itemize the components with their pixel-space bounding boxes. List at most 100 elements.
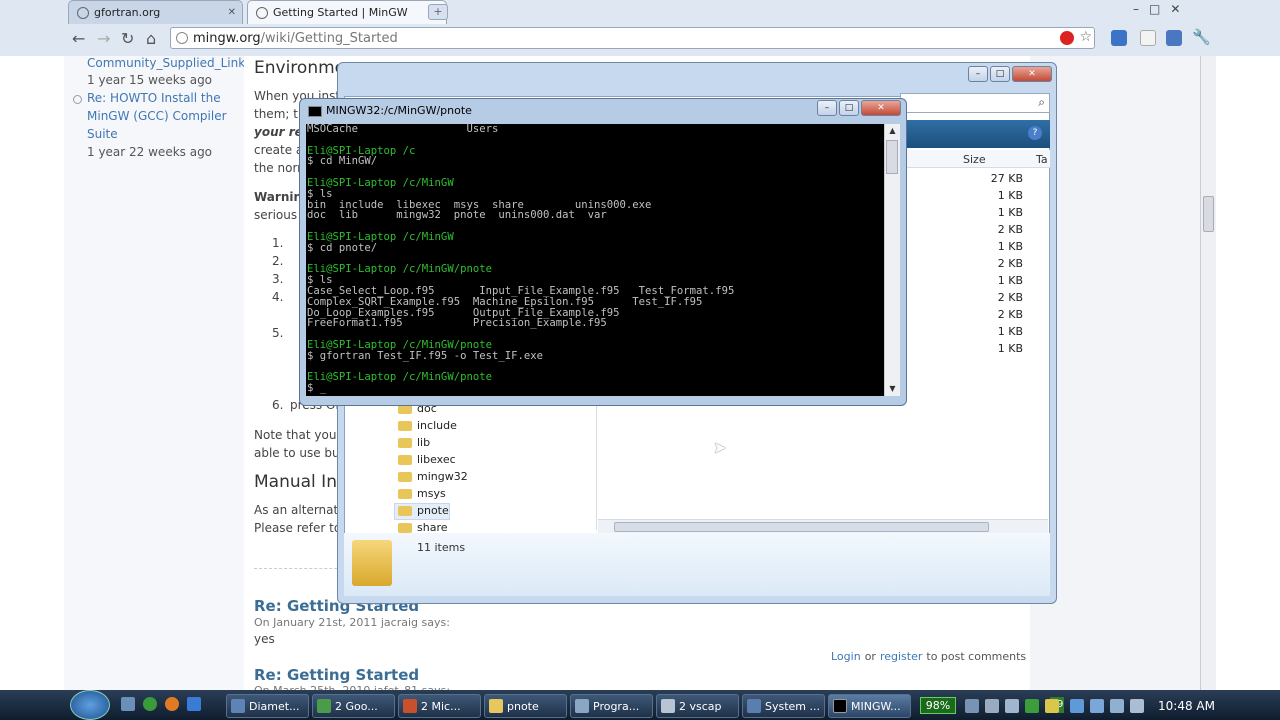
folder-item[interactable]: pnote bbox=[417, 504, 449, 517]
taskbar-item[interactable]: Diamet... bbox=[226, 694, 309, 718]
page-scrollbar[interactable] bbox=[1200, 56, 1216, 690]
page-menu-icon[interactable] bbox=[1140, 30, 1156, 46]
clock[interactable]: 10:48 AM bbox=[1158, 699, 1215, 713]
terminal-line: doc lib mingw32 pnote unins000.dat var bbox=[307, 209, 607, 222]
tray-icon[interactable] bbox=[965, 699, 979, 713]
terminal-output[interactable]: MSOCache Users Eli@SPI-Laptop /c $ cd MinG… bbox=[306, 124, 884, 396]
chrome-icon[interactable] bbox=[143, 697, 157, 711]
folder-icon bbox=[398, 523, 412, 533]
taskbar-item[interactable]: Progra... bbox=[570, 694, 653, 718]
app-icon bbox=[489, 699, 503, 713]
paragraph-line: Please refer to bbox=[254, 521, 342, 535]
adblock-icon[interactable] bbox=[1060, 31, 1074, 45]
section-heading: Environment Settings bbox=[254, 58, 338, 78]
size-cell: 27 KB bbox=[990, 172, 1023, 185]
size-cell: 2 KB bbox=[997, 308, 1023, 321]
list-number: 1. bbox=[272, 236, 284, 250]
comment-links: Login or register to post comments bbox=[831, 650, 1026, 663]
star-icon[interactable]: ☆ bbox=[1079, 29, 1092, 45]
comment-title[interactable]: Re: Getting Started bbox=[254, 666, 419, 684]
horizontal-scrollbar[interactable] bbox=[598, 519, 1048, 533]
list-number: 3. bbox=[272, 272, 284, 286]
tray-icon[interactable] bbox=[1025, 699, 1039, 713]
forward-arrow-icon[interactable]: → bbox=[97, 29, 110, 48]
terminal-line: Eli@SPI-Laptop /c/MinGW/pnote bbox=[307, 263, 492, 276]
folder-icon bbox=[398, 489, 412, 499]
taskbar-item[interactable]: 2 Goo... bbox=[312, 694, 395, 718]
taskbar-item[interactable]: 2 vscap bbox=[656, 694, 739, 718]
size-cell: 2 KB bbox=[997, 257, 1023, 270]
size-cell: 1 KB bbox=[997, 325, 1023, 338]
scroll-down-icon[interactable]: ▼ bbox=[885, 382, 900, 396]
tab-gfortran[interactable]: gfortran.org ✕ bbox=[68, 0, 243, 24]
url-path: /wiki/Getting_Started bbox=[260, 30, 398, 46]
column-type[interactable]: Ta bbox=[1036, 153, 1048, 166]
search-input[interactable]: ⌕ bbox=[900, 93, 1050, 113]
app-icon bbox=[403, 699, 417, 713]
address-bar[interactable]: mingw.org/wiki/Getting_Started ☆ bbox=[170, 27, 1095, 49]
reload-icon[interactable]: ↻ bbox=[121, 29, 134, 48]
close-icon[interactable]: ✕ bbox=[228, 7, 236, 18]
scroll-up-icon[interactable]: ▲ bbox=[885, 124, 900, 138]
pane-divider[interactable] bbox=[596, 400, 597, 530]
home-icon[interactable]: ⌂ bbox=[146, 29, 156, 48]
register-link[interactable]: register bbox=[880, 650, 922, 663]
sidebar-link[interactable]: Community_Supplied_Links bbox=[87, 54, 251, 72]
taskbar-item[interactable]: pnote bbox=[484, 694, 567, 718]
maximize-button[interactable]: □ bbox=[990, 66, 1010, 82]
folder-item[interactable]: msys bbox=[417, 487, 446, 500]
volume-icon[interactable] bbox=[1130, 699, 1144, 713]
battery-indicator[interactable]: 98% bbox=[920, 697, 956, 714]
window-controls[interactable]: –□✕ bbox=[1133, 2, 1190, 16]
or-text: or bbox=[864, 650, 876, 663]
close-button[interactable]: ✕ bbox=[1012, 66, 1052, 82]
terminal-scrollbar[interactable]: ▲ ▼ bbox=[884, 124, 900, 396]
minimize-button[interactable]: – bbox=[968, 66, 988, 82]
folder-item[interactable]: lib bbox=[417, 436, 430, 449]
folder-item[interactable]: share bbox=[417, 521, 448, 533]
sidebar-link[interactable]: Re: HOWTO Install the MinGW (GCC) Compil… bbox=[87, 89, 247, 143]
extension-icon[interactable] bbox=[1111, 30, 1127, 46]
maximize-button[interactable]: □ bbox=[839, 100, 859, 116]
taskbar-item[interactable]: System ... bbox=[742, 694, 825, 718]
search-icon: ⌕ bbox=[1038, 95, 1045, 109]
folder-item[interactable]: mingw32 bbox=[417, 470, 468, 483]
size-cell: 1 KB bbox=[997, 240, 1023, 253]
section-heading: Manual In bbox=[254, 472, 337, 492]
tray-icon[interactable] bbox=[1110, 699, 1124, 713]
folder-item[interactable]: libexec bbox=[417, 453, 456, 466]
close-button[interactable]: ✕ bbox=[861, 100, 901, 116]
size-cell: 1 KB bbox=[997, 189, 1023, 202]
tab-getting-started[interactable]: Getting Started | MinGW ✕ bbox=[247, 0, 447, 24]
size-cell: 1 KB bbox=[997, 342, 1023, 355]
scroll-thumb[interactable] bbox=[1203, 196, 1214, 232]
app-icon bbox=[575, 699, 589, 713]
size-cell: 1 KB bbox=[997, 206, 1023, 219]
scroll-thumb[interactable] bbox=[614, 522, 989, 532]
taskbar-item[interactable]: 2 Mic... bbox=[398, 694, 481, 718]
taskbar-item[interactable]: MINGW... bbox=[828, 694, 911, 718]
wrench-icon[interactable]: 🔧 bbox=[1192, 28, 1211, 46]
help-icon[interactable]: ? bbox=[1028, 126, 1042, 140]
bookmark-icon[interactable] bbox=[1166, 30, 1182, 46]
folder-item[interactable]: include bbox=[417, 419, 457, 432]
show-desktop-icon[interactable] bbox=[121, 697, 135, 711]
tray-icon[interactable] bbox=[1070, 699, 1084, 713]
terminal-line: Eli@SPI-Laptop /c/MinGW bbox=[307, 176, 454, 189]
back-arrow-icon[interactable]: ← bbox=[72, 29, 85, 48]
folder-icon bbox=[398, 438, 412, 448]
ie-icon[interactable] bbox=[187, 697, 201, 711]
start-button[interactable] bbox=[70, 690, 110, 720]
large-folder-icon bbox=[352, 540, 392, 586]
tray-icon[interactable] bbox=[1005, 699, 1019, 713]
network-icon[interactable] bbox=[1090, 699, 1104, 713]
tray-icon[interactable] bbox=[1045, 699, 1059, 713]
system-tray-right bbox=[1070, 699, 1144, 713]
column-size[interactable]: Size bbox=[963, 153, 986, 166]
tray-icon[interactable] bbox=[985, 699, 999, 713]
firefox-icon[interactable] bbox=[165, 697, 179, 711]
scroll-thumb[interactable] bbox=[886, 140, 898, 174]
login-link[interactable]: Login bbox=[831, 650, 861, 663]
minimize-button[interactable]: – bbox=[817, 100, 837, 116]
new-tab-button[interactable]: + bbox=[428, 4, 448, 20]
